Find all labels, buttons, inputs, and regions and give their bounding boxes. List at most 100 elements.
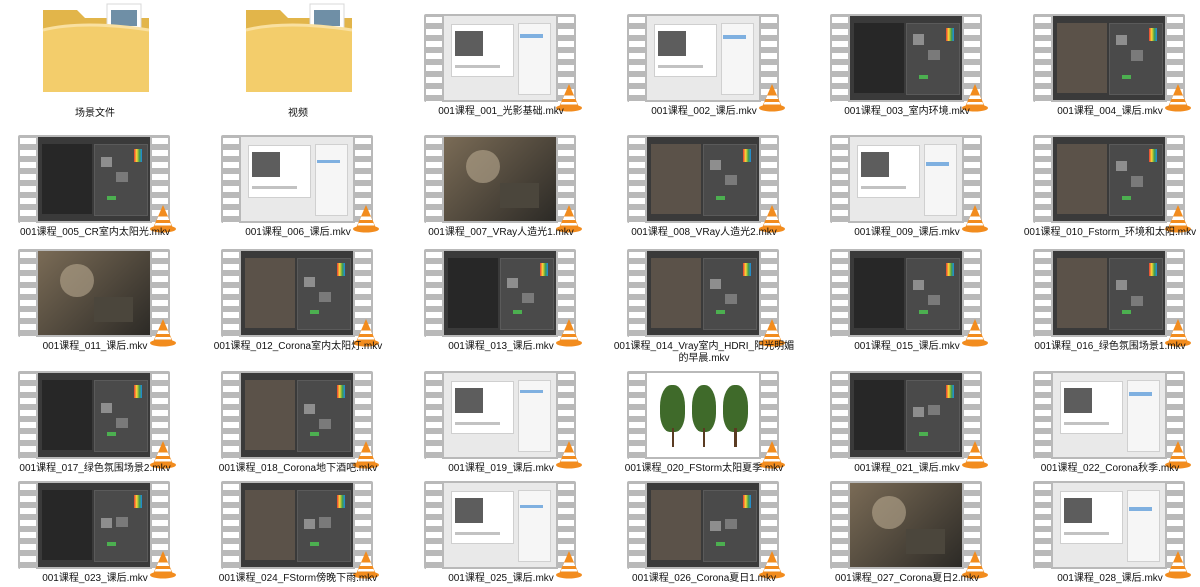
film-perforation bbox=[1035, 481, 1051, 569]
video-file-item[interactable]: 001课程_007_VRay人造光1.mkv bbox=[406, 121, 596, 241]
video-thumbnail bbox=[221, 481, 379, 579]
film-perforation bbox=[832, 481, 848, 569]
film-perforation bbox=[629, 14, 645, 102]
film-perforation bbox=[629, 249, 645, 337]
film-perforation bbox=[20, 481, 36, 569]
video-file-item[interactable]: 001课程_008_VRay人造光2.mkv bbox=[609, 121, 799, 241]
file-name-label: 001课程_016_绿色氛围场景1.mkv bbox=[1034, 341, 1186, 352]
video-file-item[interactable]: 001课程_019_课后.mkv bbox=[406, 357, 596, 477]
film-perforation bbox=[832, 249, 848, 337]
video-frame-preview bbox=[38, 483, 150, 567]
video-thumbnail bbox=[830, 481, 988, 579]
file-name-label: 视频 bbox=[288, 108, 308, 119]
video-thumbnail bbox=[627, 135, 785, 233]
file-name-label: 001课程_015_课后.mkv bbox=[854, 341, 960, 352]
folder-item[interactable]: 视频 bbox=[203, 0, 393, 120]
film-perforation bbox=[832, 371, 848, 459]
video-thumbnail bbox=[424, 135, 582, 233]
video-frame-preview bbox=[241, 373, 353, 457]
film-perforation bbox=[1035, 371, 1051, 459]
video-file-item[interactable]: 001课程_025_课后.mkv bbox=[406, 467, 596, 587]
video-file-item[interactable]: 001课程_006_课后.mkv bbox=[203, 121, 393, 241]
film-perforation bbox=[832, 135, 848, 223]
video-file-item[interactable]: 001课程_024_FStorm傍晚下雨.mkv bbox=[203, 467, 393, 587]
video-thumbnail bbox=[424, 249, 582, 347]
film-perforation bbox=[629, 135, 645, 223]
video-frame-preview bbox=[444, 251, 556, 335]
video-file-item[interactable]: 001课程_027_Corona夏日2.mkv bbox=[812, 467, 1002, 587]
file-name-label: 001课程_003_室内环境.mkv bbox=[844, 106, 970, 117]
video-frame-preview bbox=[850, 483, 962, 567]
video-frame-preview bbox=[647, 483, 759, 567]
file-name-label: 001课程_001_光影基础.mkv bbox=[438, 106, 564, 117]
video-file-item[interactable]: 001课程_023_课后.mkv bbox=[0, 467, 190, 587]
film-perforation bbox=[223, 481, 239, 569]
file-name-label: 001课程_023_课后.mkv bbox=[42, 573, 148, 584]
folder-item[interactable]: 场景文件 bbox=[0, 0, 190, 120]
film-perforation bbox=[426, 481, 442, 569]
video-thumbnail bbox=[627, 371, 785, 469]
video-file-item[interactable]: 001课程_009_课后.mkv bbox=[812, 121, 1002, 241]
video-frame-preview bbox=[1053, 251, 1165, 335]
video-thumbnail bbox=[221, 371, 379, 469]
video-file-item[interactable]: 001课程_028_课后.mkv bbox=[1015, 467, 1200, 587]
video-frame-preview bbox=[1053, 16, 1165, 100]
video-frame-preview bbox=[38, 373, 150, 457]
video-frame-preview bbox=[1053, 373, 1165, 457]
video-thumbnail bbox=[830, 249, 988, 347]
film-perforation bbox=[20, 249, 36, 337]
video-thumbnail bbox=[18, 371, 176, 469]
video-frame-preview bbox=[1053, 483, 1165, 567]
video-file-item[interactable]: 001课程_010_Fstorm_环境和太阳.mkv bbox=[1015, 121, 1200, 241]
video-file-item[interactable]: 001课程_015_课后.mkv bbox=[812, 235, 1002, 355]
video-frame-preview bbox=[241, 137, 353, 221]
video-file-item[interactable]: 001课程_005_CR室内太阳光.mkv bbox=[0, 121, 190, 241]
video-frame-preview bbox=[850, 373, 962, 457]
video-thumbnail bbox=[18, 249, 176, 347]
video-frame-preview bbox=[444, 137, 556, 221]
video-file-item[interactable]: 001课程_012_Corona室内太阳灯.mkv bbox=[203, 235, 393, 355]
video-file-item[interactable]: 001课程_002_课后.mkv bbox=[609, 0, 799, 120]
video-thumbnail bbox=[424, 481, 582, 579]
film-perforation bbox=[629, 371, 645, 459]
video-frame-preview bbox=[850, 251, 962, 335]
video-file-item[interactable]: 001课程_016_绿色氛围场景1.mkv bbox=[1015, 235, 1200, 355]
video-thumbnail bbox=[1033, 135, 1191, 233]
video-thumbnail bbox=[627, 249, 785, 347]
video-thumbnail bbox=[221, 249, 379, 347]
folder-icon bbox=[245, 3, 353, 92]
video-file-item[interactable]: 001课程_003_室内环境.mkv bbox=[812, 0, 1002, 120]
video-file-item[interactable]: 001课程_001_光影基础.mkv bbox=[406, 0, 596, 120]
video-frame-preview bbox=[647, 137, 759, 221]
folder-icon bbox=[42, 3, 150, 92]
video-frame-preview bbox=[241, 251, 353, 335]
film-perforation bbox=[629, 481, 645, 569]
video-file-item[interactable]: 001课程_020_FStorm太阳夏季.mkv bbox=[609, 357, 799, 477]
video-frame-preview bbox=[647, 16, 759, 100]
video-file-item[interactable]: 001课程_017_绿色氛围场景2.mkv bbox=[0, 357, 190, 477]
video-thumbnail bbox=[627, 481, 785, 579]
video-thumbnail bbox=[18, 481, 176, 579]
file-name-label: 场景文件 bbox=[75, 108, 115, 119]
film-perforation bbox=[426, 249, 442, 337]
video-thumbnail bbox=[1033, 481, 1191, 579]
video-file-item[interactable]: 001课程_004_课后.mkv bbox=[1015, 0, 1200, 120]
file-name-label: 001课程_013_课后.mkv bbox=[448, 341, 554, 352]
video-thumbnail bbox=[221, 135, 379, 233]
file-name-label: 001课程_028_课后.mkv bbox=[1057, 573, 1163, 584]
video-thumbnail bbox=[424, 14, 582, 112]
video-file-item[interactable]: 001课程_021_课后.mkv bbox=[812, 357, 1002, 477]
video-thumbnail bbox=[424, 371, 582, 469]
video-frame-preview bbox=[241, 483, 353, 567]
film-perforation bbox=[426, 14, 442, 102]
video-file-item[interactable]: 001课程_026_Corona夏日1.mkv bbox=[609, 467, 799, 587]
video-file-item[interactable]: 001课程_011_课后.mkv bbox=[0, 235, 190, 355]
video-thumbnail bbox=[627, 14, 785, 112]
video-file-item[interactable]: 001课程_018_Corona地下酒吧.mkv bbox=[203, 357, 393, 477]
video-file-item[interactable]: 001课程_014_Vray室内_HDRI_阳光明媚的早晨.mkv bbox=[609, 235, 799, 364]
video-file-item[interactable]: 001课程_013_课后.mkv bbox=[406, 235, 596, 355]
film-perforation bbox=[1035, 135, 1051, 223]
video-frame-preview bbox=[647, 251, 759, 335]
video-thumbnail bbox=[18, 135, 176, 233]
video-file-item[interactable]: 001课程_022_Corona秋季.mkv bbox=[1015, 357, 1200, 477]
